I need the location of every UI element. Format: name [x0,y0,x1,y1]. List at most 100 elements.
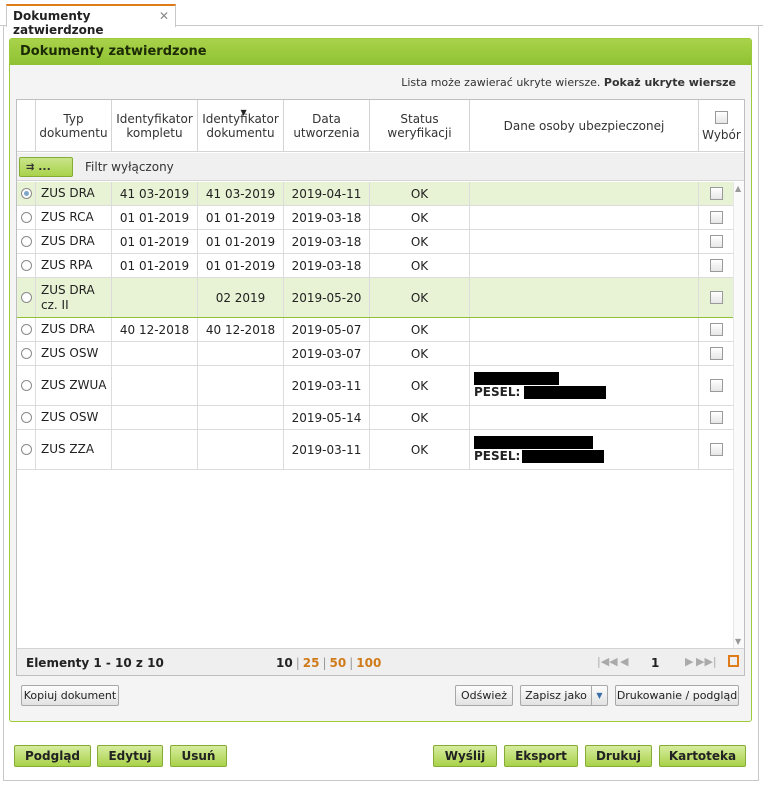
table-row[interactable]: ZUS DRA 01 01-2019 01 01-2019 2019-03-18… [17,230,733,254]
card-button[interactable]: Kartoteka [659,745,746,767]
col-header-dane[interactable]: Dane osoby ubezpieczonej [470,100,699,152]
row-checkbox[interactable] [709,411,723,424]
prev-page-icon[interactable]: ◀ [620,655,628,668]
cell-data: 2019-05-14 [284,406,370,429]
next-page-icon[interactable]: ▶ [685,655,693,668]
tab-strip: Dokumenty zatwierdzone ✕ [0,0,763,37]
col-header-wybor-label: Wybór [702,127,741,142]
refresh-button[interactable]: Odśwież [455,685,513,706]
table-row[interactable]: ZUS OSW 2019-05-14 OK [17,406,733,430]
sort-desc-icon: ▼ [240,108,247,117]
print-button[interactable]: Drukuj [585,745,652,767]
row-checkbox-cell [699,254,733,277]
page-size-10[interactable]: 10 [276,656,293,670]
cell-dane [470,182,699,205]
select-all-checkbox[interactable] [715,110,728,124]
row-checkbox[interactable] [709,379,723,392]
preview-button[interactable]: Podgląd [14,745,91,767]
table-row[interactable]: ZUS DRA 40 12-2018 40 12-2018 2019-05-07… [17,318,733,342]
save-as-button[interactable]: Zapisz jako ▼ [520,685,608,706]
row-checkbox[interactable] [709,187,723,200]
row-checkbox-cell [699,318,733,341]
row-radio-cell [17,278,36,317]
row-checkbox[interactable] [709,347,723,360]
show-hidden-rows-link[interactable]: Pokaż ukryte wiersze [604,76,736,89]
cell-id-kompletu [112,278,198,317]
copy-document-button[interactable]: Kopiuj dokument [21,685,119,706]
cell-dane [470,206,699,229]
chevron-down-icon[interactable]: ▼ [591,686,607,705]
cell-dane: PESEL: [470,430,699,469]
delete-button[interactable]: Usuń [170,745,227,767]
edit-button[interactable]: Edytuj [97,745,163,767]
cell-dane [470,342,699,365]
cell-typ: ZUS DRA [36,182,112,205]
cell-dane: PESEL: [470,366,699,405]
redacted-name [474,372,559,385]
close-icon[interactable]: ✕ [159,9,169,23]
table-row[interactable]: ZUS RPA 01 01-2019 01 01-2019 2019-03-18… [17,254,733,278]
export-button[interactable]: Eksport [504,745,578,767]
pesel-line: PESEL: [474,449,605,463]
redacted-pesel [522,449,605,463]
cell-status: OK [370,254,470,277]
row-radio-cell [17,406,36,429]
col-header-typ[interactable]: Typ dokumentu [36,100,112,152]
page-size-25[interactable]: 25 [303,656,320,670]
scroll-down-icon[interactable]: ▼ [735,637,741,646]
col-header-id-kompletu[interactable]: Identyfikator kompletu [112,100,198,152]
table-row[interactable]: ZUS ZZA 2019-03-11 OK PESEL: [17,430,733,470]
cell-id-dokumentu: 01 01-2019 [198,254,284,277]
send-button[interactable]: Wyślij [433,745,497,767]
row-radio-cell [17,366,36,405]
cell-id-kompletu [112,406,198,429]
table-row[interactable]: ZUS ZWUA 2019-03-11 OK PESEL: [17,366,733,406]
cell-typ: ZUS ZWUA [36,366,112,405]
row-radio[interactable] [20,236,32,247]
row-radio[interactable] [20,412,32,423]
documents-panel: Dokumenty zatwierdzone Lista może zawier… [9,38,752,722]
pesel-label: PESEL: [474,385,521,399]
row-radio[interactable] [20,188,32,199]
scroll-up-icon[interactable]: ▲ [735,184,741,193]
tab-dokumenty-zatwierdzone[interactable]: Dokumenty zatwierdzone ✕ [6,4,176,37]
cell-id-kompletu: 41 03-2019 [112,182,198,205]
row-checkbox[interactable] [709,443,723,456]
cell-typ: ZUS RPA [36,254,112,277]
print-preview-button[interactable]: Drukowanie / podgląd [615,685,739,706]
row-checkbox[interactable] [709,235,723,248]
col-header-data[interactable]: Data utworzenia [284,100,370,152]
filter-bar: ⇉ ... Filtr wyłączony [17,153,744,181]
row-radio[interactable] [20,292,32,303]
cell-status: OK [370,318,470,341]
col-header-status[interactable]: Status weryfikacji [370,100,470,152]
row-radio-cell [17,342,36,365]
cell-dane [470,406,699,429]
first-page-icon[interactable]: |◀◀ [597,655,618,668]
export-icon[interactable] [728,655,739,667]
row-checkbox[interactable] [709,259,723,272]
filter-button[interactable]: ⇉ ... [19,157,73,177]
cell-data: 2019-03-11 [284,366,370,405]
row-checkbox[interactable] [709,291,723,304]
row-checkbox[interactable] [709,211,723,224]
row-radio[interactable] [20,212,32,223]
page-size-100[interactable]: 100 [356,656,381,670]
vertical-scrollbar[interactable]: ▲ ▼ [733,182,744,648]
cell-id-dokumentu: 40 12-2018 [198,318,284,341]
row-checkbox[interactable] [709,323,723,336]
row-radio[interactable] [20,260,32,271]
row-radio[interactable] [20,348,32,359]
table-row[interactable]: ZUS DRA cz. II 02 2019 2019-05-20 OK [17,278,733,318]
cell-dane [470,254,699,277]
table-row[interactable]: ZUS DRA 41 03-2019 41 03-2019 2019-04-11… [17,182,733,206]
hidden-rows-note: Lista może zawierać ukryte wiersze. Poka… [401,76,736,89]
col-header-id-dokumentu[interactable]: ▼ Identyfikator dokumentu [198,100,284,152]
row-radio[interactable] [20,324,32,335]
last-page-icon[interactable]: ▶▶| [696,655,717,668]
page-size-50[interactable]: 50 [330,656,347,670]
table-row[interactable]: ZUS RCA 01 01-2019 01 01-2019 2019-03-18… [17,206,733,230]
row-radio[interactable] [20,444,32,455]
table-row[interactable]: ZUS OSW 2019-03-07 OK [17,342,733,366]
row-radio[interactable] [20,380,32,391]
